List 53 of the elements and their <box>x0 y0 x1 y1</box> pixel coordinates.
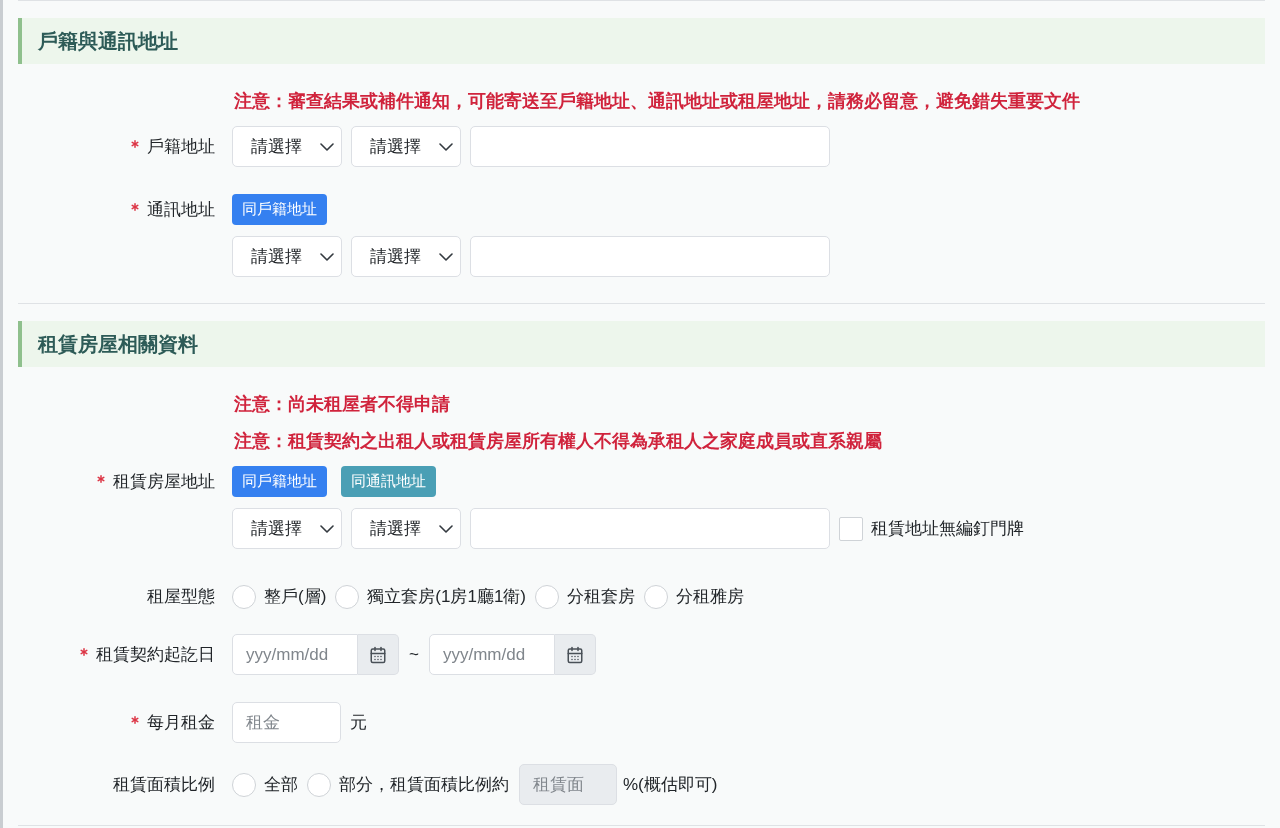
date-input[interactable]: yyy/mm/dd <box>428 634 555 675</box>
dropdown-select[interactable]: 請選擇 <box>351 236 461 277</box>
address-input[interactable] <box>470 508 830 549</box>
date-input[interactable]: yyy/mm/dd <box>232 634 358 675</box>
dropdown-select[interactable]: 請選擇 <box>232 508 342 549</box>
calendar-icon <box>565 645 584 664</box>
radio-button[interactable] <box>644 584 668 609</box>
checkbox[interactable] <box>839 516 863 541</box>
dropdown-select[interactable]: 請選擇 <box>232 236 342 277</box>
notice-text: 注意：審查結果或補件通知，可能寄送至戶籍地址、通訊地址或租屋地址，請務必留意，避免錯失重要文件 <box>234 90 1080 112</box>
unit-label: 元 <box>350 711 367 734</box>
chevron-down-icon <box>439 524 453 533</box>
address-input[interactable] <box>470 236 830 277</box>
radio-button[interactable] <box>535 584 559 609</box>
dropdown-select[interactable]: 請選擇 <box>232 126 342 167</box>
field-label: 租屋型態 <box>147 585 215 608</box>
section-title: 戶籍與通訊地址 <box>38 29 178 54</box>
calendar-icon <box>369 645 387 664</box>
calendar-button[interactable] <box>554 634 596 675</box>
field-label: 租賃契約起訖日 <box>96 643 215 666</box>
radio-label: 獨立套房(1房1廳1衛) <box>367 585 526 608</box>
radio-button[interactable] <box>335 584 360 609</box>
radio-button[interactable] <box>232 772 256 797</box>
dropdown-select[interactable]: 請選擇 <box>351 508 461 549</box>
percent-hint: %(概估即可) <box>623 773 718 796</box>
radio-label: 全部 <box>264 773 298 796</box>
radio-label: 分租套房 <box>567 585 635 608</box>
range-separator: ~ <box>408 643 420 666</box>
field-label: 戶籍地址 <box>147 135 215 158</box>
radio-label: 整戶(層) <box>264 585 327 608</box>
copy-address-button[interactable]: 同戶籍地址 <box>232 466 327 497</box>
notice-text: 注意：租賃契約之出租人或租賃房屋所有權人不得為承租人之家庭成員或直系親屬 <box>234 430 882 452</box>
calendar-button[interactable] <box>358 634 399 675</box>
dropdown-select[interactable]: 請選擇 <box>351 126 461 167</box>
field-label: 通訊地址 <box>147 199 215 222</box>
copy-address-button[interactable]: 同戶籍地址 <box>232 194 327 225</box>
chevron-down-icon <box>320 142 334 151</box>
notice-text: 注意：尚未租屋者不得申請 <box>234 393 450 415</box>
radio-button[interactable] <box>307 772 331 797</box>
section-title: 租賃房屋相關資料 <box>38 332 198 357</box>
chevron-down-icon <box>320 524 334 533</box>
checkbox-label: 租賃地址無編釘門牌 <box>871 517 1024 540</box>
chevron-down-icon <box>439 252 453 261</box>
rent-input[interactable]: 租金 <box>232 702 341 743</box>
field-label: 租賃房屋地址 <box>113 471 215 494</box>
field-label: 租賃面積比例 <box>113 773 215 796</box>
radio-label: 部分，租賃面積比例約 <box>339 773 509 796</box>
chevron-down-icon <box>439 142 453 151</box>
radio-label: 分租雅房 <box>676 585 744 608</box>
field-label: 每月租金 <box>147 711 215 734</box>
address-input[interactable] <box>470 126 830 167</box>
radio-button[interactable] <box>232 584 256 609</box>
chevron-down-icon <box>320 252 334 261</box>
